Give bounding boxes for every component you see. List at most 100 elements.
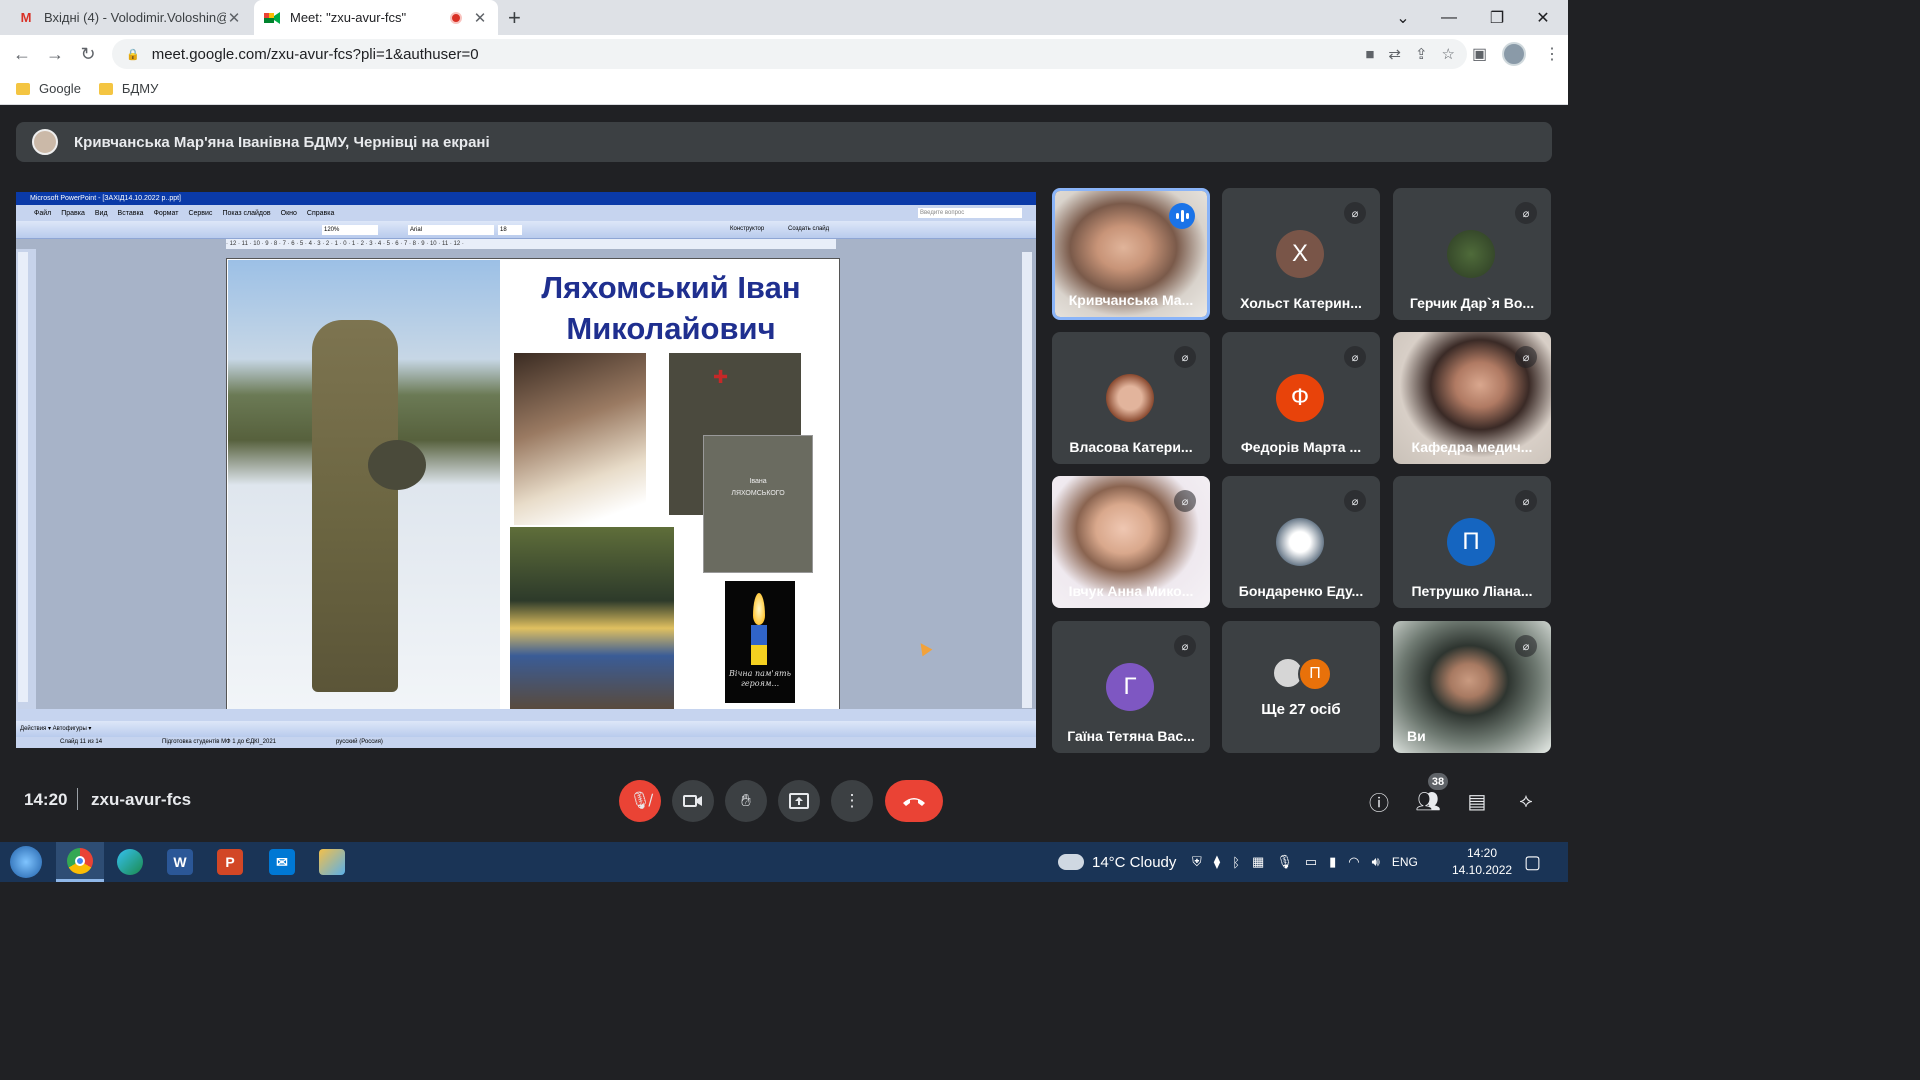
translate-icon[interactable]: ⇄ xyxy=(1388,45,1401,63)
pp-menu-item: Вставка xyxy=(117,209,144,217)
side-panel-icon[interactable]: ▣ xyxy=(1472,42,1487,66)
more-participants-tile[interactable]: П Ще 27 осіб xyxy=(1222,621,1380,753)
shared-screen: Microsoft PowerPoint - [ЗАХІД14.10.2022 … xyxy=(16,192,1036,748)
participant-tile[interactable]: ⌀ Івчук Анна Мико... xyxy=(1052,476,1210,608)
chat-button[interactable]: ▤ xyxy=(1462,786,1492,816)
taskbar-powerpoint[interactable]: P xyxy=(206,842,254,882)
participant-tile[interactable]: ⌀ Ф Федорів Марта ... xyxy=(1222,332,1380,464)
pp-title-bar: Microsoft PowerPoint - [ЗАХІД14.10.2022 … xyxy=(16,192,1036,205)
powerpoint-icon: P xyxy=(217,849,243,875)
notification-icon[interactable]: ▢ xyxy=(1524,842,1541,882)
meeting-code: zxu-avur-fcs xyxy=(91,790,192,809)
meeting-details-button[interactable]: ⓘ xyxy=(1364,786,1394,816)
bookmark-google[interactable]: Google xyxy=(16,81,81,96)
more-avatars: П xyxy=(1272,657,1336,693)
participant-tile[interactable]: ⌀ Кафедра медич... xyxy=(1393,332,1551,464)
participant-tile[interactable]: ⌀ П Петрушко Ліана... xyxy=(1393,476,1551,608)
mic-off-icon: ⌀ xyxy=(1344,490,1366,512)
volume-icon[interactable]: 🔊︎ xyxy=(1372,854,1380,870)
participant-tile[interactable]: Кривчанська Ма... xyxy=(1052,188,1210,320)
url-text: meet.google.com/zxu-avur-fcs?pli=1&authu… xyxy=(151,45,479,63)
start-button[interactable] xyxy=(2,842,50,882)
forward-icon[interactable]: → xyxy=(43,42,67,66)
taskbar: W P ✉ 14°C Cloudy ⛨ ⧫ ᛒ ▦ 🎙︎ ▭ ▮ ◠ 🔊︎ EN… xyxy=(0,842,1568,882)
participant-name: Кривчанська Ма... xyxy=(1068,292,1194,308)
pointer-icon xyxy=(915,639,933,657)
edge-icon xyxy=(117,849,143,875)
participant-tile[interactable]: ⌀ Х Хольст Катерин... xyxy=(1222,188,1380,320)
present-screen-button[interactable] xyxy=(778,780,820,822)
pp-menu-item: Справка xyxy=(306,209,335,217)
bookmark-bdmu[interactable]: БДМУ xyxy=(98,81,158,96)
shield-icon[interactable]: ⛨ xyxy=(1192,854,1202,870)
participant-tile[interactable]: ⌀ Власова Катери... xyxy=(1052,332,1210,464)
participant-name: Власова Катери... xyxy=(1069,439,1193,455)
raise-hand-button[interactable]: ✋︎ xyxy=(725,780,767,822)
pp-menu-item: Сервис xyxy=(188,209,213,217)
address-bar[interactable]: 🔒 meet.google.com/zxu-avur-fcs?pli=1&aut… xyxy=(112,39,1467,69)
device-icon[interactable]: ▦ xyxy=(1252,854,1264,870)
participant-avatar: П xyxy=(1298,657,1332,691)
start-orb-icon xyxy=(10,846,42,878)
profile-avatar[interactable] xyxy=(1502,42,1526,66)
mic-off-icon: ⌀ xyxy=(1344,202,1366,224)
participant-name: Гаїна Тетяна Вас... xyxy=(1067,728,1195,744)
mic-off-icon: 🎙︎̸ xyxy=(629,791,651,810)
participant-tile[interactable]: ⌀ Герчик Дар`я Во... xyxy=(1393,188,1551,320)
lock-icon[interactable]: 🔒 xyxy=(126,48,140,61)
camera-icon[interactable]: ■ xyxy=(1365,46,1374,63)
taskbar-word[interactable]: W xyxy=(156,842,204,882)
weather-widget[interactable]: 14°C Cloudy xyxy=(1058,842,1176,882)
close-tab-icon[interactable]: ✕ xyxy=(226,9,242,27)
more-options-button[interactable]: ⋮ xyxy=(831,780,873,822)
menu-icon[interactable]: ⋮ xyxy=(1544,42,1560,66)
taskbar-mail[interactable]: ✉ xyxy=(258,842,306,882)
participant-tile[interactable]: ⌀ Бондаренко Еду... xyxy=(1222,476,1380,608)
certificate-document: Івана ЛЯХОМСЬКОГО xyxy=(703,435,813,573)
dropbox-icon[interactable]: ⧫ xyxy=(1214,854,1220,870)
cross-icon: ✚ xyxy=(713,367,729,387)
mic-off-icon: ⌀ xyxy=(1174,346,1196,368)
leave-call-button[interactable] xyxy=(885,780,943,822)
clock[interactable]: 14:20 14.10.2022 xyxy=(1452,845,1512,879)
camera-toggle-button[interactable] xyxy=(672,780,714,822)
pp-font-box: Arial xyxy=(408,225,494,235)
bluetooth-icon[interactable]: ᛒ xyxy=(1232,855,1240,870)
wifi-icon[interactable]: ◠ xyxy=(1348,854,1359,870)
activities-button[interactable]: ⟡ xyxy=(1511,786,1541,816)
candle-caption: Вічна пам'ять героям... xyxy=(729,669,791,688)
pp-new-slide-button: Создать слайд xyxy=(788,226,830,232)
reload-icon[interactable]: ↻ xyxy=(76,42,100,66)
pp-menu-item: Показ слайдов xyxy=(222,209,271,217)
divider xyxy=(77,788,78,810)
close-tab-icon[interactable]: ✕ xyxy=(472,9,488,27)
microphone-icon[interactable]: 🎙︎ xyxy=(1276,854,1293,870)
language-indicator[interactable]: ENG xyxy=(1392,855,1418,869)
pp-menu-item: Вид xyxy=(94,209,108,217)
taskbar-chrome[interactable] xyxy=(56,842,104,882)
mic-toggle-button[interactable]: 🎙︎̸ xyxy=(619,780,661,822)
tab-search-icon[interactable]: ⌄ xyxy=(1380,0,1426,35)
close-window-button[interactable]: ✕ xyxy=(1520,0,1566,35)
self-tile[interactable]: ⌀ Ви xyxy=(1393,621,1551,753)
tab-meet[interactable]: Meet: "zxu-avur-fcs" ✕ xyxy=(254,0,498,35)
people-button[interactable]: 👥︎ xyxy=(1413,786,1443,816)
gmail-icon: M xyxy=(20,10,32,25)
share-icon[interactable]: ⇪ xyxy=(1415,45,1428,63)
minimize-button[interactable]: — xyxy=(1426,0,1472,35)
soldier-photo xyxy=(228,260,500,709)
back-icon[interactable]: ← xyxy=(10,42,34,66)
participant-tile[interactable]: ⌀ Г Гаїна Тетяна Вас... xyxy=(1052,621,1210,753)
display-icon[interactable]: ▭ xyxy=(1305,854,1317,870)
battery-icon[interactable]: ▮ xyxy=(1329,854,1336,870)
taskbar-paint[interactable] xyxy=(308,842,356,882)
tab-gmail[interactable]: M Вхідні (4) - Volodimir.Voloshin@b ✕ xyxy=(8,0,252,35)
memorial-photo xyxy=(510,527,674,709)
presenter-text: Кривчанська Мар'яна Іванівна БДМУ, Черні… xyxy=(74,133,490,151)
restore-button[interactable]: ❐ xyxy=(1474,0,1520,35)
bookmark-star-icon[interactable]: ☆ xyxy=(1442,45,1455,63)
taskbar-edge[interactable] xyxy=(106,842,154,882)
new-tab-button[interactable]: + xyxy=(508,5,521,31)
mic-off-icon: ⌀ xyxy=(1344,346,1366,368)
participant-avatar xyxy=(1447,230,1495,278)
